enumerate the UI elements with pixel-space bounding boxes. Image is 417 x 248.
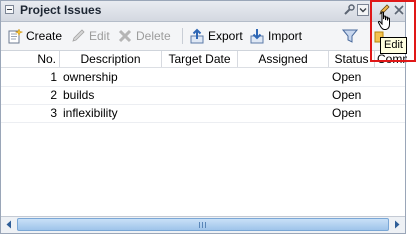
scroll-grip (199, 222, 208, 228)
column-header-description[interactable]: Description (60, 51, 162, 67)
row-description: builds (63, 88, 95, 102)
row-target-date (165, 68, 235, 86)
delete-label: Delete (136, 29, 171, 43)
create-icon (8, 28, 23, 44)
hand-pointer-icon (377, 11, 390, 30)
row-target-date (165, 86, 235, 104)
horizontal-scrollbar[interactable] (1, 216, 405, 233)
row-status: Open (332, 70, 362, 84)
row-description: inflexibility (63, 106, 118, 120)
edit-label: Edit (89, 29, 110, 43)
pencil-icon (72, 29, 85, 42)
import-icon (250, 29, 264, 44)
dropdown-menu-icon[interactable] (357, 4, 369, 16)
export-label: Export (208, 29, 243, 43)
row-target-date (165, 104, 235, 122)
scroll-left-button[interactable] (2, 218, 16, 231)
table-header: No. Description Target Date Assigned Sta… (1, 51, 407, 68)
edit-tooltip: Edit (380, 37, 407, 54)
import-button[interactable]: Import (249, 27, 302, 45)
row-number: 2 (50, 88, 57, 102)
column-header-assigned[interactable]: Assigned (238, 51, 329, 67)
row-status: Open (332, 106, 362, 120)
row-number: 3 (50, 106, 57, 120)
create-label: Create (26, 29, 63, 43)
panel-titlebar: Project Issues (1, 1, 405, 22)
filter-button[interactable] (342, 27, 358, 45)
delete-button[interactable]: Delete (117, 27, 171, 45)
delete-x-icon (118, 29, 132, 43)
edit-button[interactable]: Edit (70, 27, 110, 45)
row-assigned (241, 86, 326, 104)
filter-icon (342, 29, 358, 43)
table-row[interactable]: 3 inflexibility Open (1, 104, 405, 123)
row-description: ownership (63, 70, 118, 84)
column-header-no[interactable]: No. (1, 51, 60, 67)
scroll-thumb[interactable] (17, 218, 389, 231)
export-button[interactable]: Export (189, 27, 243, 45)
wrench-icon[interactable] (343, 4, 355, 16)
chevron-left-icon (6, 220, 11, 229)
column-header-status[interactable]: Status (329, 51, 375, 67)
scroll-right-button[interactable] (390, 218, 404, 231)
row-assigned (241, 104, 326, 122)
export-icon (190, 28, 204, 44)
panel-title: Project Issues (20, 3, 102, 17)
panel-toolbar: Create Edit Delete Export Import (1, 22, 405, 51)
table-row[interactable]: 2 builds Open (1, 86, 405, 105)
collapse-icon[interactable] (5, 5, 14, 14)
create-button[interactable]: Create (7, 27, 62, 45)
toolbar-separator (182, 28, 183, 44)
import-label: Import (268, 29, 303, 43)
table-row[interactable]: 1 ownership Open (1, 68, 405, 87)
project-issues-panel: Project Issues Create Edit Delete Export… (0, 0, 407, 234)
chevron-right-icon (395, 220, 400, 229)
row-assigned (241, 68, 326, 86)
row-number: 1 (50, 70, 57, 84)
row-status: Open (332, 88, 362, 102)
column-header-target-date[interactable]: Target Date (162, 51, 238, 67)
